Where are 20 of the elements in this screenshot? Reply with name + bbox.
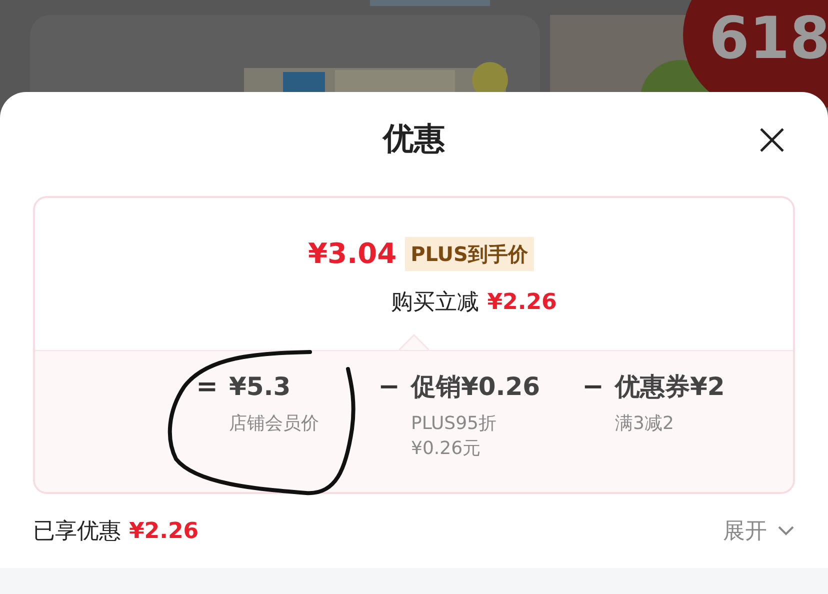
savings-label: 已享优惠 [33,518,121,546]
term-note: ¥0.26元 [411,437,482,461]
close-icon [759,127,785,153]
price-tag: PLUS到手价 [404,237,534,271]
reduction-label: 购买立减 [391,289,480,317]
expand-toggle[interactable]: 展开 [723,514,795,548]
term-amount: 促销¥0.26 [411,371,542,403]
operator-sign: = [195,371,219,403]
operator-sign: − [581,371,605,403]
term-note: PLUS95折 [411,412,498,436]
term-note: 满3减2 [615,412,675,436]
operator-sign: − [377,371,401,403]
savings-amount: ¥2.26 [129,518,199,546]
term-note: 店铺会员价 [229,412,320,436]
reduction-amount: ¥2.26 [487,289,557,317]
sheet-title: 优惠 [383,120,445,159]
chevron-icon [777,525,795,537]
term-amount: ¥5.3 [229,371,292,403]
term-amount: 优惠券¥2 [615,371,726,403]
final-price: ¥3.04 [308,236,397,272]
